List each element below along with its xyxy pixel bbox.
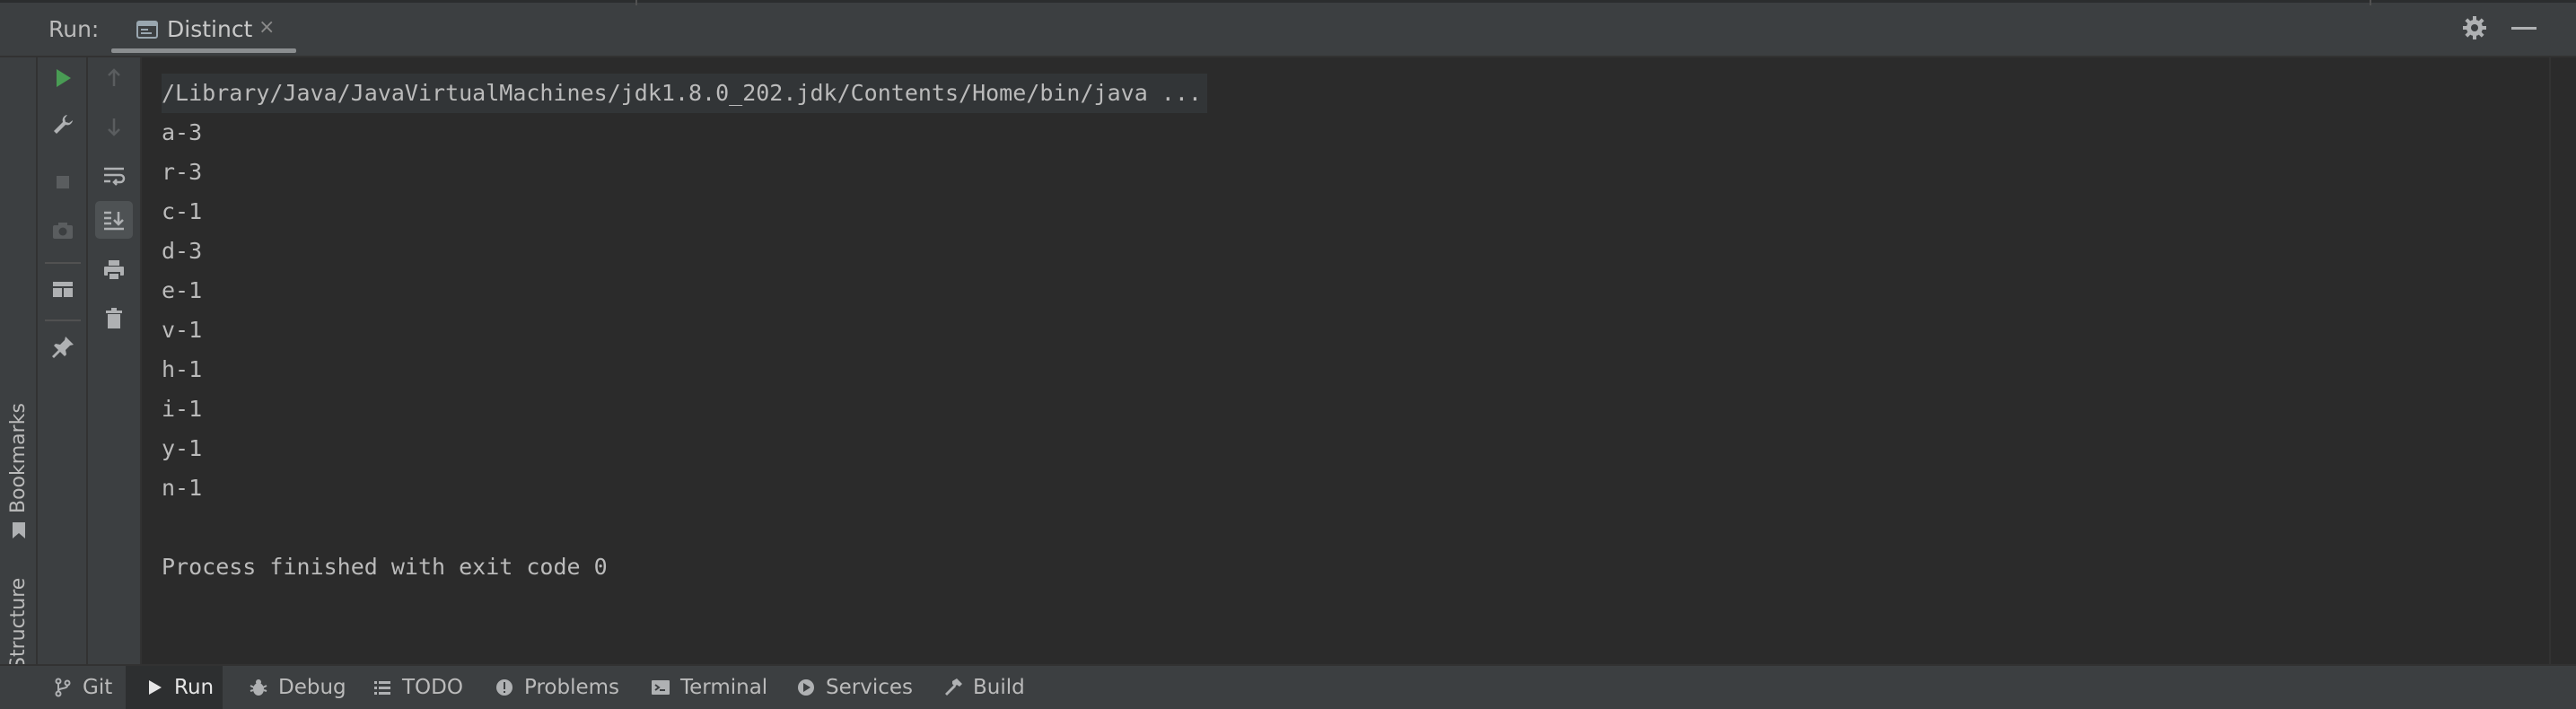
console-line: h-1 bbox=[162, 356, 203, 382]
console-command-line[interactable]: /Library/Java/JavaVirtualMachines/jdk1.8… bbox=[162, 74, 1207, 113]
console-icon bbox=[136, 21, 158, 39]
stop-button[interactable] bbox=[44, 163, 82, 201]
services-icon bbox=[798, 679, 814, 696]
clear-all-button[interactable] bbox=[95, 300, 133, 337]
tool-tab-label: Debug bbox=[278, 676, 346, 699]
tool-tab-services[interactable]: Services bbox=[786, 666, 922, 709]
console-scrollbar[interactable] bbox=[2549, 57, 2576, 664]
tool-tab-todo[interactable]: TODO bbox=[363, 666, 472, 709]
tool-tab-problems[interactable]: Problems bbox=[485, 666, 628, 709]
soft-wrap-button[interactable] bbox=[95, 156, 133, 194]
minimize-icon[interactable] bbox=[2511, 27, 2537, 30]
print-button[interactable] bbox=[95, 251, 133, 289]
soft-wrap-icon bbox=[104, 167, 126, 186]
layout-icon bbox=[53, 282, 73, 297]
terminal-icon bbox=[652, 680, 670, 695]
run-panel-header: Run: Distinct × bbox=[0, 0, 2576, 57]
wrench-icon bbox=[54, 115, 73, 134]
tool-tab-label: Services bbox=[826, 676, 913, 699]
run-toolbar-secondary bbox=[88, 57, 142, 664]
arrow-up-icon bbox=[108, 68, 120, 86]
rerun-button[interactable] bbox=[44, 59, 82, 97]
bookmarks-stripe-button[interactable]: Bookmarks bbox=[7, 403, 30, 513]
camera-icon bbox=[53, 223, 73, 239]
tab-label: Distinct bbox=[167, 16, 253, 42]
restore-layout-button[interactable] bbox=[44, 271, 82, 309]
console-line: c-1 bbox=[162, 198, 203, 224]
tool-tab-run[interactable]: Run bbox=[126, 666, 223, 709]
console-output[interactable]: /Library/Java/JavaVirtualMachines/jdk1.8… bbox=[142, 57, 2576, 664]
run-icon bbox=[149, 680, 162, 695]
pin-tab-button[interactable] bbox=[44, 328, 82, 366]
tool-tab-label: Problems bbox=[524, 676, 620, 699]
console-line: e-1 bbox=[162, 277, 203, 303]
console-line: n-1 bbox=[162, 475, 203, 501]
scroll-to-end-icon bbox=[104, 211, 124, 231]
console-line: v-1 bbox=[162, 317, 203, 343]
stop-icon bbox=[57, 176, 69, 188]
tool-tab-label: Build bbox=[973, 676, 1025, 699]
modify-run-configuration-button[interactable] bbox=[44, 106, 82, 144]
run-panel-label: Run: bbox=[48, 16, 100, 42]
previous-occurrence-button[interactable] bbox=[95, 59, 133, 97]
print-icon bbox=[104, 260, 124, 281]
run-tool-window: Run: Distinct × Bookmarks Structure /Lib… bbox=[0, 0, 2576, 709]
tool-tab-label: Terminal bbox=[680, 676, 768, 699]
console-line: r-3 bbox=[162, 159, 203, 185]
trash-icon bbox=[106, 308, 122, 328]
run-toolbar-primary bbox=[38, 57, 88, 664]
tool-tab-debug[interactable]: Debug bbox=[239, 666, 355, 709]
arrow-down-icon bbox=[108, 118, 120, 136]
bookmark-icon[interactable] bbox=[10, 521, 28, 540]
next-occurrence-button[interactable] bbox=[95, 108, 133, 145]
console-line: d-3 bbox=[162, 238, 203, 264]
exit-message: Process finished with exit code 0 bbox=[162, 554, 608, 580]
tool-tab-label: TODO bbox=[402, 676, 463, 699]
left-tool-stripe: Bookmarks Structure bbox=[0, 57, 38, 698]
list-icon bbox=[374, 681, 390, 695]
bottom-tool-bar: Git Run Debug TODO Problems Terminal Ser… bbox=[0, 664, 2576, 709]
console-line: i-1 bbox=[162, 396, 203, 422]
tool-tab-build[interactable]: Build bbox=[933, 666, 1034, 709]
tool-tab-terminal[interactable]: Terminal bbox=[641, 666, 776, 709]
hammer-icon bbox=[945, 678, 962, 696]
rerun-icon bbox=[57, 69, 71, 87]
tab-distinct[interactable]: Distinct × bbox=[129, 5, 296, 54]
structure-stripe-button[interactable]: Structure bbox=[7, 578, 30, 670]
tool-tab-label: Run bbox=[174, 676, 215, 699]
close-icon[interactable]: × bbox=[258, 16, 275, 39]
tool-tab-git[interactable]: Git bbox=[43, 666, 121, 709]
bug-icon bbox=[250, 679, 267, 696]
tool-tab-label: Git bbox=[83, 676, 113, 699]
dump-threads-button[interactable] bbox=[44, 212, 82, 249]
console-line: a-3 bbox=[162, 119, 203, 145]
scroll-to-end-button[interactable] bbox=[95, 201, 133, 239]
git-branch-icon bbox=[55, 678, 71, 697]
gear-icon[interactable] bbox=[2461, 14, 2488, 41]
console-line: y-1 bbox=[162, 435, 203, 461]
alert-icon bbox=[496, 679, 513, 696]
active-tab-indicator bbox=[111, 48, 296, 53]
pin-icon bbox=[52, 337, 74, 358]
